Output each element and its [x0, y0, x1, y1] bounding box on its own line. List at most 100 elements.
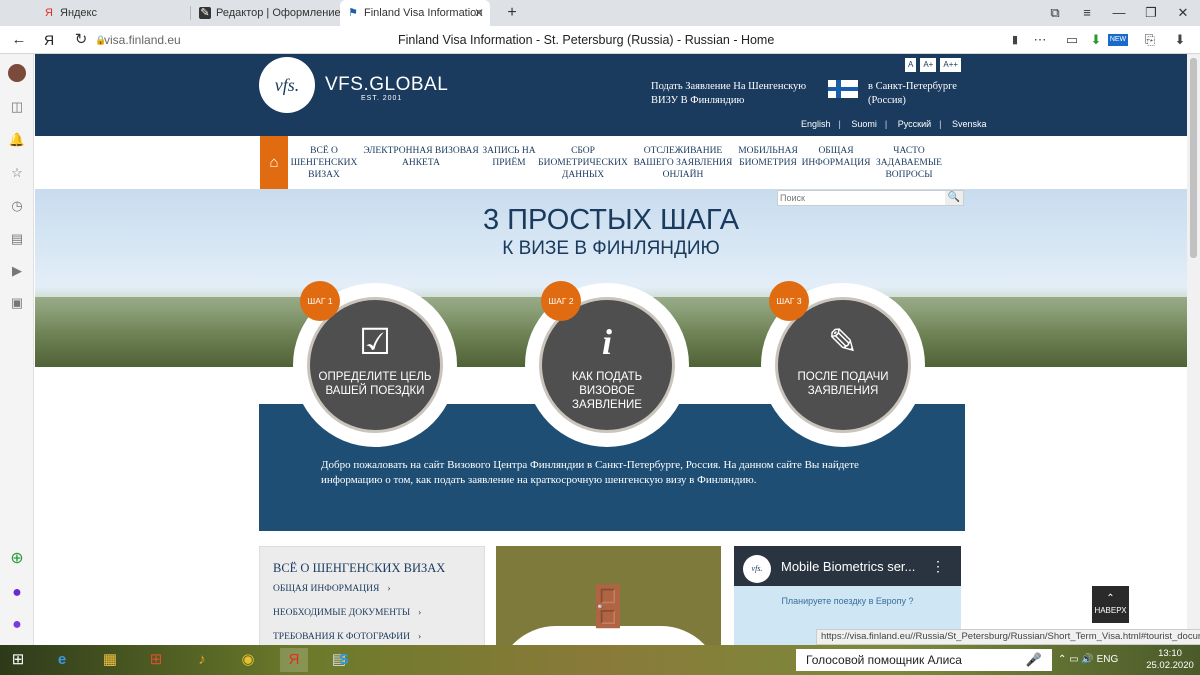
- menu-item-e-form[interactable]: ЭЛЕКТРОННАЯ ВИЗОВАЯ АНКЕТА: [360, 145, 482, 169]
- avatar[interactable]: ●: [8, 64, 26, 82]
- step-1-card[interactable]: ☑ ОПРЕДЕЛИТЕ ЦЕЛЬ ВАШЕЙ ПОЕЗДКИ ШАГ 1: [293, 281, 457, 447]
- bookmark-icon[interactable]: ▮: [1005, 30, 1025, 50]
- menu-dots-icon[interactable]: ⋯: [1030, 30, 1050, 50]
- app-icon[interactable]: ⊞: [142, 648, 170, 672]
- search-input[interactable]: [780, 192, 942, 204]
- start-icon[interactable]: ⊞: [4, 648, 32, 672]
- finland-flag-icon: ⚑: [348, 7, 358, 19]
- download-icon[interactable]: ⬇: [1086, 30, 1106, 50]
- chevron-right-icon: ›: [418, 608, 422, 618]
- menu-item-mobile-biometrics[interactable]: МОБИЛЬНАЯ БИОМЕТРИЯ: [736, 145, 800, 169]
- url-field[interactable]: visa.finland.eu: [104, 31, 181, 49]
- menu-item-biometrics[interactable]: СБОР БИОМЕТРИЧЕСКИХ ДАННЫХ: [536, 145, 630, 181]
- favorites-icon[interactable]: ☆: [8, 164, 26, 182]
- new-tab-button[interactable]: +: [497, 0, 527, 26]
- lang-english[interactable]: English: [801, 119, 831, 129]
- restore-button[interactable]: ❐: [1136, 0, 1166, 26]
- tab-editor[interactable]: ✎ Редактор | Оформление ш: [192, 0, 340, 26]
- font-size-controls: A A+ A++: [901, 54, 962, 72]
- site-header: vfs. VFS.GLOBAL EST. 2001 A A+ A++ Подать …: [35, 54, 1187, 136]
- menu-item-tracking[interactable]: ОТСЛЕЖИВАНИЕ ВАШЕГО ЗАЯВЛЕНИЯ ОНЛАЙН: [630, 145, 736, 181]
- pencil-icon: ✎: [827, 321, 859, 362]
- back-to-top-button[interactable]: ⌃ НАВЕРХ: [1092, 586, 1129, 623]
- chrome-icon[interactable]: ◉: [234, 648, 262, 672]
- menu-item-general-info[interactable]: ОБЩАЯ ИНФОРМАЦИЯ: [800, 145, 872, 169]
- notes-icon[interactable]: ▤: [8, 230, 26, 248]
- system-tray[interactable]: ⌃ ▭ 🔊 ENG: [1058, 645, 1118, 675]
- editor-icon: ✎: [199, 7, 211, 19]
- menu-item-faq[interactable]: ЧАСТО ЗАДАВАЕМЫЕ ВОПРОСЫ: [872, 145, 946, 181]
- menu-item-appointment[interactable]: ЗАПИСЬ НА ПРИЁМ: [482, 145, 536, 169]
- city-heading: в Санкт-Петербурге (Россия): [868, 81, 957, 106]
- extension-new-icon[interactable]: NEW: [1108, 34, 1128, 46]
- home-icon[interactable]: ⌂: [260, 136, 288, 189]
- video-menu-icon[interactable]: ⋮: [931, 558, 945, 575]
- alice-voice-assistant[interactable]: Голосовой помощник Алиса 🎤: [796, 649, 1052, 671]
- yandex-home-icon[interactable]: Я: [38, 26, 60, 54]
- microphone-icon[interactable]: 🎤: [1026, 649, 1042, 671]
- skype-icon[interactable]: S: [330, 648, 358, 672]
- schengen-info-box: ВСЁ О ШЕНГЕНСКИХ ВИЗАХ ОБЩАЯ ИНФОРМАЦИЯ ›…: [259, 546, 485, 645]
- chevron-right-icon: ›: [417, 632, 422, 642]
- collections-icon[interactable]: ▣: [8, 294, 26, 312]
- media-icon[interactable]: ♪: [188, 648, 216, 672]
- menu-item-schengen[interactable]: ВСЁ О ШЕНГЕНСКИХ ВИЗАХ: [288, 145, 360, 181]
- tab-label: Finland Visa Information: [364, 7, 483, 19]
- step-badge: ШАГ 2: [541, 281, 581, 321]
- info-box-title: ВСЁ О ШЕНГЕНСКИХ ВИЗАХ: [273, 561, 446, 575]
- tab-yandex[interactable]: Я Яндекс: [36, 0, 188, 26]
- back-arrow-icon[interactable]: ←: [8, 26, 30, 54]
- apps-icon[interactable]: ◫: [8, 98, 26, 116]
- clock[interactable]: 13:10 25.02.2020: [1142, 648, 1198, 672]
- search-icon[interactable]: 🔍: [945, 191, 963, 205]
- browser-tab-bar: Я Яндекс ✎ Редактор | Оформление ш ⚑ Fin…: [0, 0, 1200, 26]
- link-required-documents[interactable]: НЕОБХОДИМЫЕ ДОКУМЕНТЫ ›: [273, 608, 421, 618]
- video-title[interactable]: Mobile Biometrics ser...: [781, 559, 915, 574]
- tab-label: Яндекс: [60, 7, 97, 19]
- lang-svenska[interactable]: Svenska: [952, 119, 987, 129]
- internet-explorer-icon[interactable]: e: [48, 648, 76, 672]
- browser-menu-icon[interactable]: ≡: [1072, 0, 1102, 26]
- tab-label: Редактор | Оформление ш: [216, 7, 340, 19]
- video-icon[interactable]: ▶: [8, 262, 26, 280]
- share-icon[interactable]: ⎘: [1140, 30, 1160, 50]
- page-scrollbar[interactable]: [1187, 54, 1200, 645]
- font-size-normal[interactable]: A: [905, 58, 917, 72]
- file-explorer-icon[interactable]: ▦: [96, 648, 124, 672]
- font-size-large[interactable]: A+: [920, 58, 937, 72]
- browser-sidebar: ● ◫ 🔔 ☆ ◷ ▤ ▶ ▣ ⊕ ● ●: [0, 54, 34, 645]
- alice-icon[interactable]: ●: [8, 584, 26, 602]
- page-title: Finland Visa Information - St. Petersbur…: [398, 33, 775, 47]
- reload-icon[interactable]: ↻: [70, 26, 92, 54]
- step-label: КАК ПОДАТЬ ВИЗОВОЕ ЗАЯВЛЕНИЕ: [571, 371, 643, 411]
- downloads-icon[interactable]: ⬇: [1170, 30, 1190, 50]
- reader-icon[interactable]: ▭: [1062, 30, 1082, 50]
- close-tab-icon[interactable]: ✕: [474, 0, 484, 26]
- close-window-button[interactable]: ✕: [1168, 0, 1198, 26]
- font-size-xlarge[interactable]: A++: [940, 58, 962, 72]
- link-photo-requirements[interactable]: ТРЕБОВАНИЯ К ФОТОГРАФИИ ›: [273, 632, 421, 642]
- address-bar: ← Я ↻ 🔒 visa.finland.eu Finland Visa Inf…: [0, 26, 1200, 54]
- minimize-button[interactable]: —: [1104, 0, 1134, 26]
- history-icon[interactable]: ◷: [8, 197, 26, 215]
- assistant-icon[interactable]: ●: [8, 616, 26, 634]
- lang-suomi[interactable]: Suomi: [851, 119, 877, 129]
- tabs-overview-icon[interactable]: ⧉: [1040, 0, 1070, 26]
- step-3-card[interactable]: ✎ ПОСЛЕ ПОДАЧИ ЗАЯВЛЕНИЯ ШАГ 3: [761, 281, 925, 447]
- yandex-browser-icon[interactable]: Я: [280, 648, 308, 672]
- visa-center-banner[interactable]: 🚪: [496, 546, 721, 645]
- windows-taskbar: ⊞ e ▦ ⊞ ♪ ◉ Я ▤ S Голосовой помощник Али…: [0, 645, 1200, 675]
- logo-text: VFS.GLOBAL: [325, 74, 449, 95]
- notifications-icon[interactable]: 🔔: [8, 131, 26, 149]
- lang-russian[interactable]: Русский: [898, 119, 931, 129]
- yandex-icon: Я: [45, 7, 53, 19]
- vfs-logo: vfs.: [743, 555, 771, 583]
- scrollbar-thumb[interactable]: [1190, 58, 1197, 258]
- vfs-logo[interactable]: vfs.: [259, 57, 315, 113]
- web-page: vfs. VFS.GLOBAL EST. 2001 A A+ A++ Подать …: [35, 54, 1187, 645]
- globe-icon[interactable]: ⊕: [8, 550, 26, 568]
- checkbox-icon: ☑: [358, 321, 392, 362]
- tab-finland-visa[interactable]: ⚑ Finland Visa Information ✕: [340, 0, 490, 26]
- step-2-card[interactable]: i КАК ПОДАТЬ ВИЗОВОЕ ЗАЯВЛЕНИЕ ШАГ 2: [525, 281, 689, 447]
- link-general-info[interactable]: ОБЩАЯ ИНФОРМАЦИЯ ›: [273, 584, 391, 594]
